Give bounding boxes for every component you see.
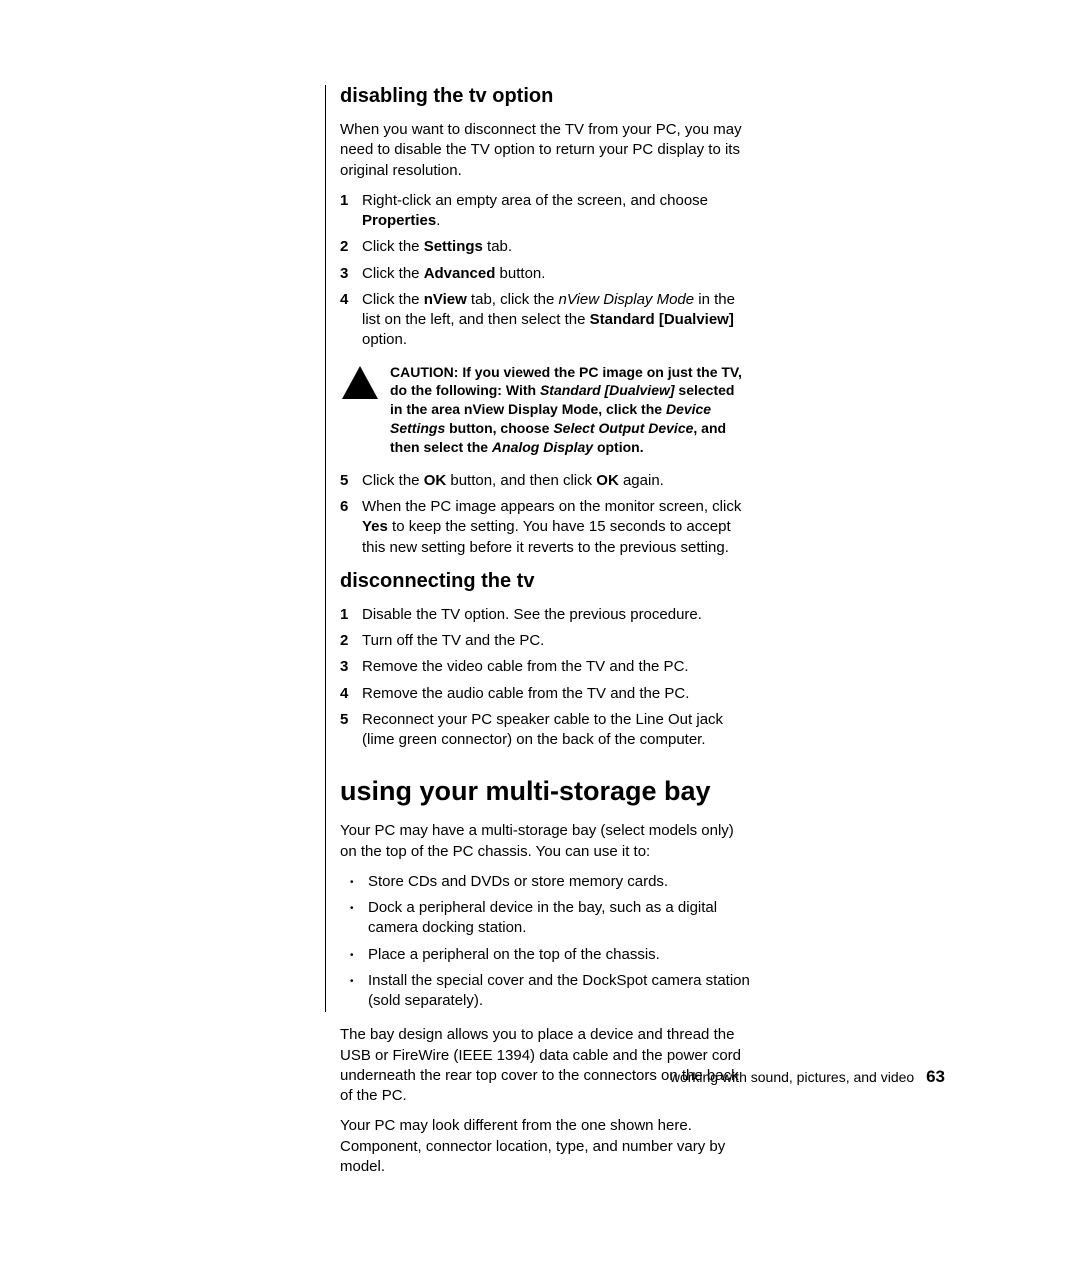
step-text: button, and then click [446,472,596,489]
step-text: Click the [362,238,424,255]
body-para: The bay design allows you to place a dev… [340,1025,750,1106]
step: 3 Remove the video cable from the TV and … [340,657,750,677]
step-text: tab, click the [467,291,559,308]
step-number: 5 [340,710,348,730]
steps-list-2: 1 Disable the TV option. See the previous… [340,605,750,751]
step-text: Click the [362,291,424,308]
steps-list-1a: 1 Right-click an empty area of the scree… [340,191,750,351]
step-bold: nView [424,291,467,308]
step: 5 Click the OK button, and then click OK… [340,471,750,491]
bullet-list: Store CDs and DVDs or store memory cards… [340,872,750,1012]
steps-list-1b: 5 Click the OK button, and then click OK… [340,471,750,558]
step-text: to keep the setting. You have 15 seconds… [362,518,731,555]
step-text: Remove the audio cable from the TV and t… [362,685,689,702]
step-number: 1 [340,191,348,211]
step-number: 2 [340,237,348,257]
step-text: Click the [362,265,424,282]
step: 4 Click the nView tab, click the nView D… [340,290,750,351]
step-bold: Advanced [424,265,496,282]
step: 4 Remove the audio cable from the TV and … [340,684,750,704]
left-margin-rule [325,85,326,1012]
step-number: 4 [340,290,348,310]
step: 2 Click the Settings tab. [340,237,750,257]
caution-block: CAUTION: If you viewed the PC image on j… [340,363,750,457]
step-text: Reconnect your PC speaker cable to the L… [362,711,723,748]
footer-chapter: working with sound, pictures, and video [670,1069,914,1085]
step-bold: OK [596,472,619,489]
step-text: Disable the TV option. See the previous … [362,606,702,623]
heading-multi-storage-bay: using your multi-storage bay [340,776,750,807]
caution-text: CAUTION: If you viewed the PC image on j… [390,363,750,457]
heading-disabling-tv: disabling the tv option [340,85,750,108]
step: 3 Click the Advanced button. [340,264,750,284]
step: 1 Right-click an empty area of the scree… [340,191,750,232]
step: 5 Reconnect your PC speaker cable to the … [340,710,750,751]
step-text: Turn off the TV and the PC. [362,632,544,649]
step-text: . [436,212,440,229]
step-text: When the PC image appears on the monitor… [362,498,741,515]
list-item: Place a peripheral on the top of the cha… [340,945,750,965]
intro-para-1: When you want to disconnect the TV from … [340,120,750,181]
intro-para-3: Your PC may have a multi-storage bay (se… [340,821,750,862]
step: 1 Disable the TV option. See the previous… [340,605,750,625]
step-text: Right-click an empty area of the screen,… [362,192,708,209]
page-number: 63 [926,1067,945,1086]
step-number: 6 [340,497,348,517]
step-number: 2 [340,631,348,651]
step-number: 3 [340,657,348,677]
step-text: Click the [362,472,424,489]
step-text: button. [495,265,545,282]
list-item: Install the special cover and the DockSp… [340,971,750,1012]
step: 6 When the PC image appears on the monit… [340,497,750,558]
step-bold: Yes [362,518,388,535]
list-item: Store CDs and DVDs or store memory cards… [340,872,750,892]
step-text: again. [619,472,664,489]
step-number: 4 [340,684,348,704]
heading-disconnecting-tv: disconnecting the tv [340,570,750,593]
body-para: Your PC may look different from the one … [340,1116,750,1177]
caution-triangle-icon [340,363,380,403]
step-bold: Settings [424,238,483,255]
step-bold: Standard [Dualview] [590,311,734,328]
list-item: Dock a peripheral device in the bay, suc… [340,898,750,939]
page-footer: working with sound, pictures, and video … [670,1067,945,1087]
step-text: Remove the video cable from the TV and t… [362,658,689,675]
step-bold: Properties [362,212,436,229]
step-number: 1 [340,605,348,625]
step-italic: nView Display Mode [558,291,694,308]
step-text: option. [362,331,407,348]
step-text: tab. [483,238,512,255]
page-content: disabling the tv option When you want to… [340,85,750,1177]
step-bold: OK [424,472,447,489]
step: 2 Turn off the TV and the PC. [340,631,750,651]
step-number: 3 [340,264,348,284]
step-number: 5 [340,471,348,491]
